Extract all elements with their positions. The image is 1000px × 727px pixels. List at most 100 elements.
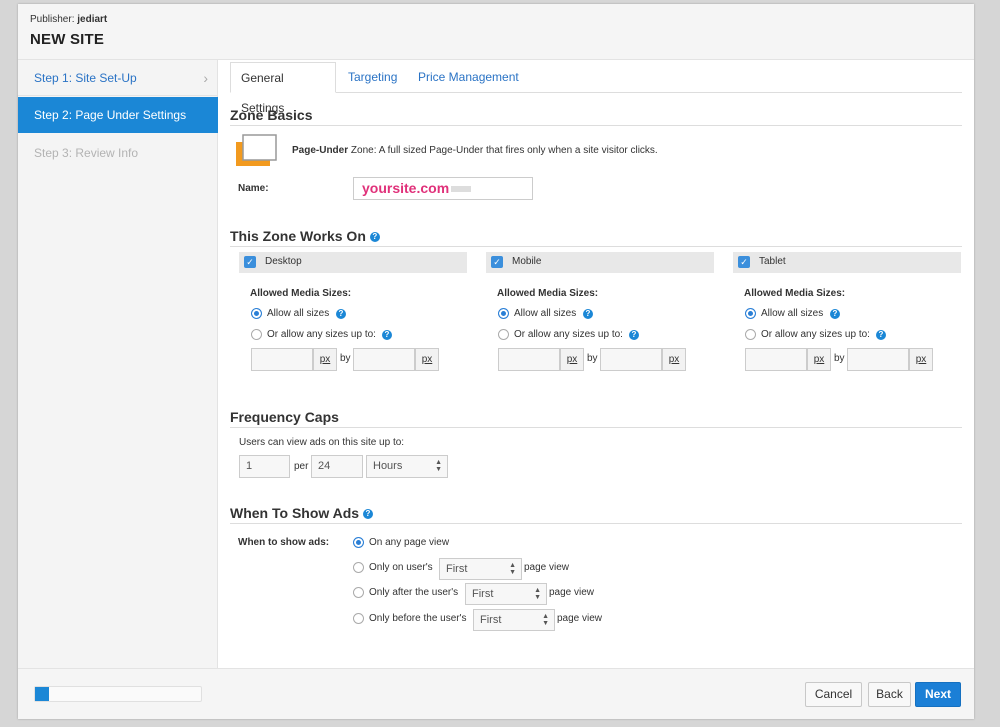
when-before-radio[interactable] xyxy=(353,613,364,624)
when-any-label: On any page view xyxy=(369,537,450,548)
mobile-checkbox[interactable]: ✓ xyxy=(491,256,503,268)
zone-description: Page-Under Zone: A full sized Page-Under… xyxy=(292,145,658,156)
height-input[interactable] xyxy=(600,348,662,371)
help-icon[interactable]: ? xyxy=(876,330,886,340)
page-view-label: page view xyxy=(557,613,603,624)
device-col-desktop: Allowed Media Sizes: Allow all sizes ? O… xyxy=(250,288,478,378)
page-under-icon xyxy=(236,134,277,166)
allow-all-radio[interactable] xyxy=(251,308,262,319)
allow-upto-label: Or allow any sizes up to: xyxy=(761,329,870,340)
allowed-sizes-label: Allowed Media Sizes: xyxy=(497,288,599,299)
allow-upto-radio[interactable] xyxy=(498,329,509,340)
frequency-caps-title: Frequency Caps xyxy=(230,409,962,428)
tab-targeting[interactable]: Targeting xyxy=(348,62,397,93)
px-unit: px xyxy=(662,348,686,371)
select-arrows-icon: ▲ ▼ xyxy=(542,613,549,627)
frequency-count-input[interactable]: 1 xyxy=(239,455,290,478)
when-after-label: Only after the user's xyxy=(369,587,459,598)
px-unit: px xyxy=(415,348,439,371)
publisher-line: Publisher: jediart xyxy=(30,14,108,25)
allow-upto-label: Or allow any sizes up to: xyxy=(267,329,376,340)
progress-fill xyxy=(35,687,49,701)
allow-upto-label: Or allow any sizes up to: xyxy=(514,329,623,340)
help-icon[interactable]: ? xyxy=(382,330,392,340)
device-label-desktop: Desktop xyxy=(265,256,302,267)
tab-price-management[interactable]: Price Management xyxy=(418,62,519,93)
select-arrows-icon: ▲ ▼ xyxy=(534,587,541,601)
when-after-select[interactable]: First ▲ ▼ xyxy=(465,583,547,605)
help-icon[interactable]: ? xyxy=(830,309,840,319)
width-input[interactable] xyxy=(745,348,807,371)
desktop-checkbox[interactable]: ✓ xyxy=(244,256,256,268)
zone-basics-title: Zone Basics xyxy=(230,107,962,126)
by-label: by xyxy=(340,353,351,364)
allow-all-radio[interactable] xyxy=(498,308,509,319)
allowed-sizes-label: Allowed Media Sizes: xyxy=(250,288,352,299)
allow-upto-radio[interactable] xyxy=(745,329,756,340)
when-before-label: Only before the user's xyxy=(369,613,467,624)
device-bar-tablet: ✓ Tablet xyxy=(733,252,961,273)
when-before-select[interactable]: First ▲ ▼ xyxy=(473,609,555,631)
next-button[interactable]: Next xyxy=(915,682,961,707)
progress-bar xyxy=(34,686,202,702)
when-label: When to show ads: xyxy=(238,537,330,548)
device-bar-desktop: ✓ Desktop xyxy=(239,252,467,273)
help-icon[interactable]: ? xyxy=(583,309,593,319)
back-button[interactable]: Back xyxy=(868,682,911,707)
tab-bar: General Settings Targeting Price Managem… xyxy=(230,62,962,115)
width-input[interactable] xyxy=(498,348,560,371)
allow-all-label: Allow all sizes xyxy=(514,308,577,319)
sidebar-step-2[interactable]: Step 2: Page Under Settings xyxy=(18,97,218,133)
header: Publisher: jediart NEW SITE xyxy=(18,4,974,60)
page-title: NEW SITE xyxy=(30,31,105,48)
device-label-mobile: Mobile xyxy=(512,256,542,267)
when-only-on-select[interactable]: First ▲ ▼ xyxy=(439,558,522,580)
help-icon[interactable]: ? xyxy=(369,232,380,243)
sidebar: Step 1: Site Set-Up › Step 2: Page Under … xyxy=(18,60,218,668)
name-label: Name: xyxy=(238,183,269,194)
device-col-mobile: Allowed Media Sizes: Allow all sizes ? O… xyxy=(497,288,725,378)
device-col-tablet: Allowed Media Sizes: Allow all sizes ? O… xyxy=(744,288,972,378)
publisher-name: jediart xyxy=(77,14,108,25)
select-arrows-icon: ▲ ▼ xyxy=(435,459,442,473)
frequency-period-input[interactable]: 24 xyxy=(311,455,363,478)
name-input[interactable]: yoursite.com xyxy=(353,177,533,200)
footer: Cancel Back Next xyxy=(18,668,974,719)
px-unit: px xyxy=(560,348,584,371)
redacted-blur xyxy=(451,186,472,193)
px-unit: px xyxy=(909,348,933,371)
allow-all-label: Allow all sizes xyxy=(761,308,824,319)
height-input[interactable] xyxy=(847,348,909,371)
when-any-radio[interactable] xyxy=(353,537,364,548)
help-icon[interactable]: ? xyxy=(363,509,373,520)
when-after-radio[interactable] xyxy=(353,587,364,598)
tablet-checkbox[interactable]: ✓ xyxy=(738,256,750,268)
sidebar-step-3: Step 3: Review Info xyxy=(34,146,139,160)
chevron-right-icon: › xyxy=(203,70,208,86)
when-only-on-radio[interactable] xyxy=(353,562,364,573)
page-view-label: page view xyxy=(524,562,570,573)
when-to-show-title: When To Show Ads ? xyxy=(230,505,962,524)
by-label: by xyxy=(834,353,845,364)
device-bar-mobile: ✓ Mobile xyxy=(486,252,714,273)
help-icon[interactable]: ? xyxy=(629,330,639,340)
allow-upto-radio[interactable] xyxy=(251,329,262,340)
per-label: per xyxy=(294,461,309,472)
frequency-text: Users can view ads on this site up to: xyxy=(239,437,405,448)
help-icon[interactable]: ? xyxy=(336,309,346,319)
cancel-button[interactable]: Cancel xyxy=(805,682,862,707)
page-view-label: page view xyxy=(549,587,595,598)
allow-all-label: Allow all sizes xyxy=(267,308,330,319)
works-on-title: This Zone Works On ? xyxy=(230,228,962,247)
select-arrows-icon: ▲ ▼ xyxy=(509,562,516,576)
allowed-sizes-label: Allowed Media Sizes: xyxy=(744,288,846,299)
sidebar-step-1[interactable]: Step 1: Site Set-Up › xyxy=(18,60,218,96)
tab-general-settings[interactable]: General Settings xyxy=(230,62,336,115)
px-unit: px xyxy=(807,348,831,371)
allow-all-radio[interactable] xyxy=(745,308,756,319)
when-only-on-label: Only on user's xyxy=(369,562,433,573)
frequency-unit-select[interactable]: Hours ▲ ▼ xyxy=(366,455,448,478)
width-input[interactable] xyxy=(251,348,313,371)
height-input[interactable] xyxy=(353,348,415,371)
by-label: by xyxy=(587,353,598,364)
